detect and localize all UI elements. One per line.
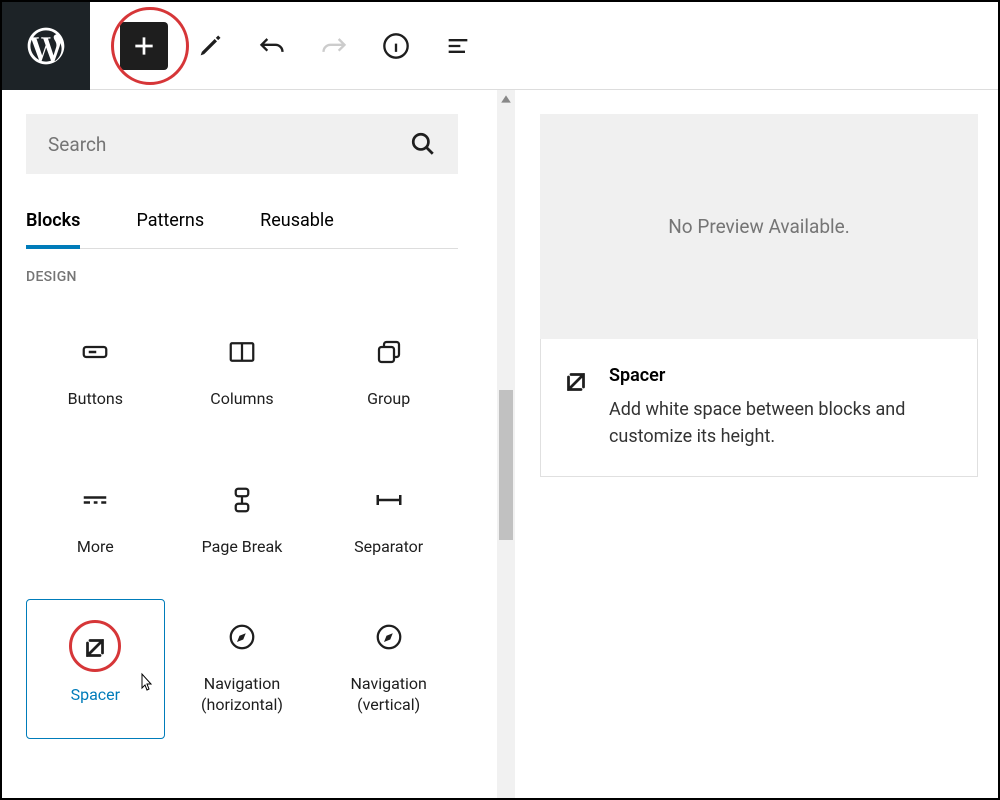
blocks-grid: Buttons Columns Group More Page Break Se [26, 303, 458, 739]
pagebreak-icon [227, 485, 257, 515]
scrollbar-thumb[interactable] [499, 390, 513, 540]
block-description-card: Spacer Add white space between blocks an… [540, 339, 978, 477]
undo-icon[interactable] [252, 26, 292, 66]
wordpress-logo[interactable] [2, 2, 90, 90]
category-label: DESIGN [26, 269, 458, 285]
block-nav-vertical[interactable]: Navigation (vertical) [319, 599, 458, 739]
tab-reusable[interactable]: Reusable [260, 196, 334, 248]
block-label: Navigation (vertical) [319, 674, 458, 716]
separator-icon [374, 485, 404, 515]
block-more[interactable]: More [26, 451, 165, 591]
preview-placeholder: No Preview Available. [540, 114, 978, 339]
tab-blocks[interactable]: Blocks [26, 196, 80, 249]
spacer-icon [561, 367, 591, 397]
block-label: Group [367, 389, 410, 410]
block-label: Navigation (horizontal) [173, 674, 312, 716]
block-columns[interactable]: Columns [173, 303, 312, 443]
list-view-icon[interactable] [438, 26, 478, 66]
info-icon[interactable] [376, 26, 416, 66]
block-nav-horizontal[interactable]: Navigation (horizontal) [173, 599, 312, 739]
redo-icon [314, 26, 354, 66]
block-label: Spacer [71, 685, 120, 706]
toolbar-actions [90, 22, 478, 70]
search-icon [410, 131, 436, 157]
block-group[interactable]: Group [319, 303, 458, 443]
block-separator[interactable]: Separator [319, 451, 458, 591]
compass-icon [374, 622, 404, 652]
block-spacer[interactable]: Spacer [26, 599, 165, 739]
compass-icon [227, 622, 257, 652]
tab-patterns[interactable]: Patterns [136, 196, 204, 248]
description-text: Add white space between blocks and custo… [609, 396, 957, 450]
add-block-button[interactable] [120, 22, 168, 70]
description-title: Spacer [609, 365, 957, 386]
edit-icon[interactable] [190, 26, 230, 66]
scrollbar[interactable] [497, 90, 515, 798]
block-buttons[interactable]: Buttons [26, 303, 165, 443]
block-label: Columns [210, 389, 273, 410]
block-label: More [77, 537, 114, 558]
block-label: Page Break [202, 537, 283, 558]
inserter-tabs: Blocks Patterns Reusable [26, 196, 458, 249]
top-toolbar [2, 2, 998, 90]
buttons-icon [80, 337, 110, 367]
search-box[interactable] [26, 114, 458, 174]
preview-panel: No Preview Available. Spacer Add white s… [520, 90, 998, 798]
pointer-cursor-icon [135, 672, 155, 701]
block-inserter-panel: Blocks Patterns Reusable DESIGN Buttons … [2, 90, 482, 798]
main-content: Blocks Patterns Reusable DESIGN Buttons … [2, 90, 998, 798]
block-pagebreak[interactable]: Page Break [173, 451, 312, 591]
block-label: Buttons [68, 389, 123, 410]
group-icon [374, 337, 404, 367]
columns-icon [227, 337, 257, 367]
more-icon [80, 485, 110, 515]
spacer-icon [80, 633, 110, 663]
search-input[interactable] [48, 133, 410, 156]
block-label: Separator [354, 537, 423, 558]
